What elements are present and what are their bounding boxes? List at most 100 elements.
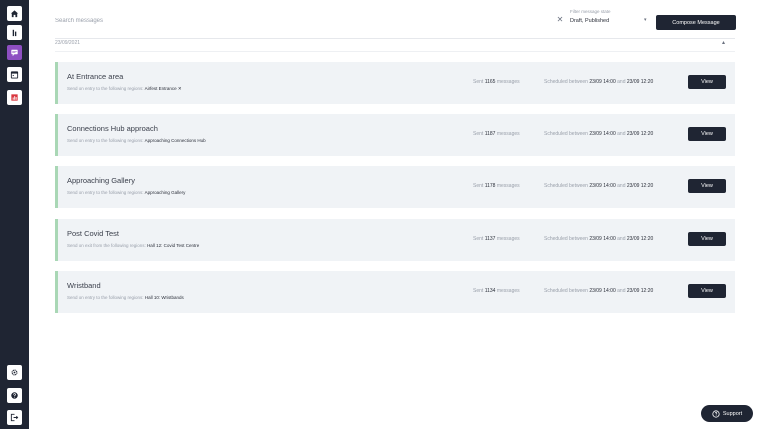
message-card: At Entrance area Send on entry to the fo… [55, 62, 735, 104]
chevron-down-icon: ▾ [644, 17, 647, 23]
message-card: Connections Hub approach Send on entry t… [55, 114, 735, 156]
view-button[interactable]: View [688, 284, 726, 298]
sent-suffix: messages [496, 183, 520, 189]
schedule-end: 23/09 12:20 [626, 79, 654, 85]
sent-suffix: messages [496, 236, 520, 242]
message-trigger: Send on exit from the following regions:… [67, 243, 199, 248]
support-label: Support [722, 410, 743, 417]
divider [55, 51, 735, 52]
trigger-prefix: Send on exit from the following regions: [67, 243, 146, 248]
schedule-and: and [617, 288, 626, 294]
schedule-end: 23/09 12:20 [626, 183, 654, 189]
search-input[interactable] [55, 14, 567, 28]
schedule-end: 23/09 12:20 [626, 236, 654, 242]
bar-chart-icon [12, 29, 17, 37]
message-state-filter[interactable]: Filter message state Draft, Published ▾ [570, 9, 652, 31]
schedule-prefix: Scheduled between [544, 131, 588, 137]
schedule-and: and [617, 183, 626, 189]
schedule-end: 23/09 12:20 [626, 288, 654, 294]
trigger-prefix: Send on entry to the following regions: [67, 190, 144, 195]
sidebar-item-calendar[interactable] [7, 67, 22, 82]
compose-message-button[interactable]: Compose Message [656, 15, 736, 30]
schedule-start: 23/09 14:00 [589, 131, 616, 137]
schedule-and: and [617, 131, 626, 137]
sidebar-item-analytics[interactable] [7, 90, 22, 105]
sent-count: Sent 1137 messages [473, 236, 520, 242]
sidebar [0, 0, 29, 429]
region-name: Hall 10: Wristbands [144, 295, 184, 300]
calendar-icon [10, 71, 19, 79]
schedule-prefix: Scheduled between [544, 183, 588, 189]
trigger-prefix: Send on entry to the following regions: [67, 138, 144, 143]
schedule-prefix: Scheduled between [544, 288, 588, 294]
help-circle-icon [712, 409, 720, 418]
region-name: Airfest Entrance ✕ [144, 86, 182, 91]
sidebar-item-logout[interactable] [7, 410, 22, 425]
message-card: Post Covid Test Send on exit from the fo… [55, 219, 735, 261]
schedule: Scheduled between 23/09 14:00 and 23/09 … [544, 79, 653, 85]
region-name: Approaching Connections Hub [144, 138, 206, 143]
message-trigger: Send on entry to the following regions: … [67, 138, 206, 143]
message-card: Approaching Gallery Send on entry to the… [55, 166, 735, 208]
sent-count: Sent 1134 messages [473, 288, 520, 294]
sent-prefix: Sent [473, 288, 484, 294]
logout-icon [10, 413, 19, 422]
region-name: Hall 12: Covid Test Centre [147, 243, 200, 248]
home-icon [10, 10, 19, 18]
divider [55, 38, 735, 39]
schedule-start: 23/09 14:00 [589, 288, 616, 294]
message-card: Wristband Send on entry to the following… [55, 271, 735, 313]
message-title: At Entrance area [67, 72, 124, 81]
view-button[interactable]: View [688, 179, 726, 193]
app-root: ✕ Filter message state Draft, Published … [0, 0, 762, 429]
sent-prefix: Sent [473, 183, 484, 189]
message-trigger: Send on entry to the following regions: … [67, 295, 184, 300]
schedule: Scheduled between 23/09 14:00 and 23/09 … [544, 236, 653, 242]
message-trigger: Send on entry to the following regions: … [67, 86, 182, 92]
sidebar-item-settings[interactable] [7, 365, 22, 380]
close-icon[interactable]: ✕ [556, 15, 564, 25]
view-button[interactable]: View [688, 127, 726, 141]
sent-suffix: messages [496, 79, 520, 85]
gear-icon [11, 369, 18, 376]
message-icon [11, 49, 18, 57]
trigger-prefix: Send on entry to the following regions: [67, 86, 144, 91]
schedule-prefix: Scheduled between [544, 236, 588, 242]
group-date: 23/09/2021 [55, 40, 81, 46]
sent-number: 1137 [484, 236, 496, 242]
help-icon [11, 392, 18, 399]
region-name: Approaching Gallery [144, 190, 186, 195]
view-button[interactable]: View [688, 75, 726, 89]
sent-number: 1165 [484, 79, 496, 85]
message-trigger: Send on entry to the following regions: … [67, 190, 185, 195]
trigger-prefix: Send on entry to the following regions: [67, 295, 144, 300]
sent-prefix: Sent [473, 79, 484, 85]
sent-number: 1134 [484, 288, 496, 294]
sidebar-item-help[interactable] [7, 388, 22, 403]
schedule: Scheduled between 23/09 14:00 and 23/09 … [544, 183, 653, 189]
schedule-start: 23/09 14:00 [589, 79, 616, 85]
message-title: Connections Hub approach [67, 124, 158, 133]
sent-count: Sent 1165 messages [473, 79, 520, 85]
sidebar-item-messages[interactable] [7, 45, 22, 60]
message-title: Wristband [67, 281, 101, 290]
message-title: Post Covid Test [67, 229, 119, 238]
schedule-start: 23/09 14:00 [589, 236, 616, 242]
schedule-and: and [617, 79, 626, 85]
sent-number: 1178 [484, 183, 496, 189]
schedule-prefix: Scheduled between [544, 79, 588, 85]
support-button[interactable]: Support [701, 405, 753, 422]
schedule: Scheduled between 23/09 14:00 and 23/09 … [544, 131, 653, 137]
sent-prefix: Sent [473, 131, 484, 137]
analytics-icon [11, 94, 18, 101]
message-title: Approaching Gallery [67, 176, 135, 185]
schedule-end: 23/09 12:20 [626, 131, 654, 137]
sent-suffix: messages [496, 131, 520, 137]
chevron-up-icon[interactable]: ▴ [722, 39, 725, 46]
view-button[interactable]: View [688, 232, 726, 246]
sent-prefix: Sent [473, 236, 484, 242]
sidebar-item-reports[interactable] [7, 25, 22, 40]
schedule: Scheduled between 23/09 14:00 and 23/09 … [544, 288, 653, 294]
sidebar-item-home[interactable] [7, 6, 22, 21]
sent-number: 1187 [484, 131, 496, 137]
